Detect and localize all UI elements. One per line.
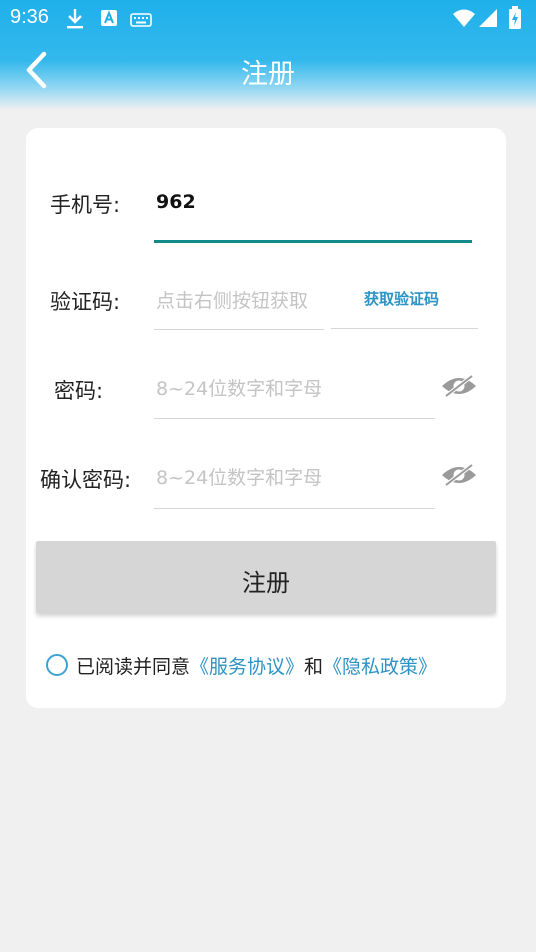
phone-input[interactable]: 962: [156, 191, 196, 213]
signal-icon: [478, 8, 498, 32]
password-visibility-toggle[interactable]: [440, 374, 478, 398]
header: 9:36 注册: [0, 0, 536, 110]
battery-icon: [508, 6, 522, 34]
get-code-underline: [331, 328, 478, 329]
wifi-icon: [452, 8, 476, 32]
page-title: 注册: [241, 59, 295, 90]
password-input[interactable]: 8~24位数字和字母: [156, 374, 322, 401]
code-underline: [154, 329, 324, 330]
register-form-card: 手机号: 962 验证码: 点击右侧按钮获取 获取验证码 密码: 8~24位数字…: [26, 128, 506, 708]
phone-label: 手机号:: [50, 193, 121, 217]
download-icon: [66, 8, 84, 34]
register-button[interactable]: 注册: [36, 541, 496, 613]
confirm-password-label: 确认密码:: [40, 468, 132, 492]
eye-off-icon: [442, 463, 476, 487]
password-underline: [154, 418, 435, 419]
keyboard-icon: [130, 12, 152, 31]
phone-underline: [154, 240, 472, 243]
code-input[interactable]: 点击右侧按钮获取: [156, 286, 308, 313]
nav-bar: 注册: [0, 38, 536, 102]
status-bar: 9:36: [0, 0, 536, 36]
service-agreement-link[interactable]: 《服务协议》: [190, 656, 304, 678]
agreement-and: 和: [304, 656, 324, 678]
status-time: 9:36: [10, 6, 49, 28]
eye-off-icon: [442, 374, 476, 398]
agreement-prefix: 已阅读并同意: [76, 656, 191, 678]
confirm-password-input[interactable]: 8~24位数字和字母: [156, 463, 322, 490]
password-label: 密码:: [54, 379, 104, 403]
privacy-policy-link[interactable]: 《隐私政策》: [323, 656, 437, 678]
agreement-text: 已阅读并同意《服务协议》和《隐私政策》: [76, 652, 437, 679]
confirm-password-underline: [154, 508, 435, 509]
get-code-button[interactable]: 获取验证码: [364, 288, 439, 309]
code-label: 验证码:: [50, 290, 121, 314]
confirm-password-visibility-toggle[interactable]: [440, 463, 478, 487]
agreement-checkbox[interactable]: [46, 654, 68, 676]
register-button-label: 注册: [242, 569, 290, 597]
keyboard-a-icon: [100, 8, 118, 32]
